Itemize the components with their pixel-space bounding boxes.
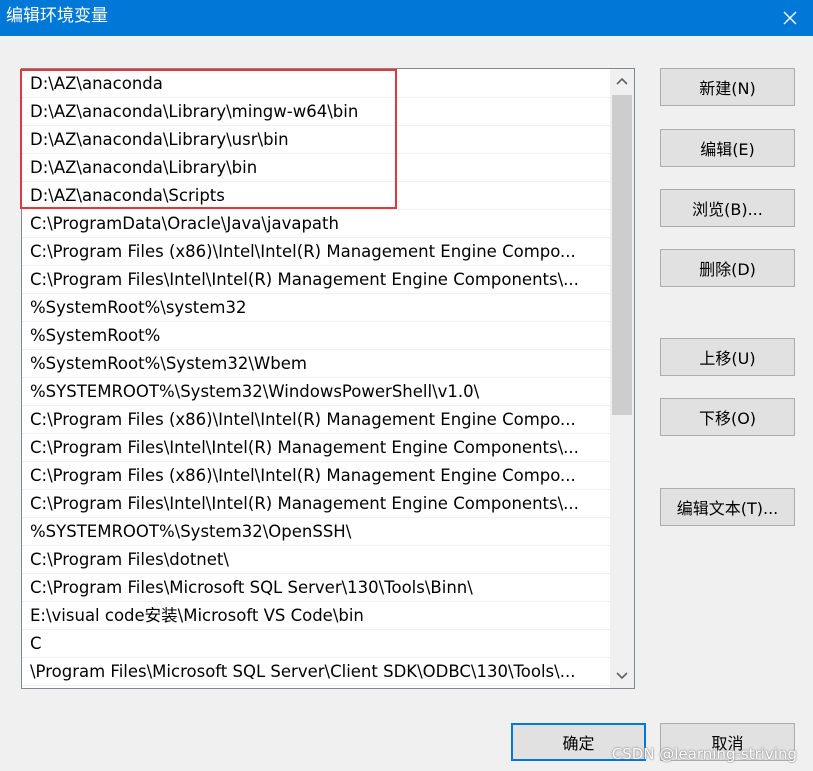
list-item[interactable]: C:\Program Files (x86)\Intel\Intel(R) Ma…	[22, 406, 611, 434]
list-item[interactable]: D:\AZ\anaconda\Library\usr\bin	[22, 126, 611, 154]
list-item[interactable]: C:\Program Files (x86)\Intel\Intel(R) Ma…	[22, 238, 611, 266]
list-item[interactable]: %SystemRoot%	[22, 322, 611, 350]
window-title: 编辑环境变量	[6, 6, 108, 26]
delete-button[interactable]: 删除(D)	[660, 249, 795, 287]
list-item[interactable]: C:\ProgramData\Oracle\Java\javapath	[22, 210, 611, 238]
edit-button[interactable]: 编辑(E)	[660, 129, 795, 167]
list-item[interactable]: E:\visual code安装\Microsoft VS Code\bin	[22, 602, 611, 630]
chevron-down-icon	[616, 672, 628, 680]
list-item[interactable]: \Program Files\Microsoft SQL Server\Clie…	[22, 658, 611, 686]
list-item[interactable]: D:\AZ\anaconda	[22, 70, 611, 98]
list-item[interactable]: C:\Program Files\Intel\Intel(R) Manageme…	[22, 266, 611, 294]
scroll-down-button[interactable]	[610, 664, 634, 688]
list-item[interactable]: C:\Program Files\Intel\Intel(R) Manageme…	[22, 434, 611, 462]
list-item[interactable]: C:\Program Files\Microsoft SQL Server\13…	[22, 574, 611, 602]
list-item[interactable]: %SystemRoot%\system32	[22, 294, 611, 322]
scroll-up-button[interactable]	[610, 69, 634, 93]
browse-button[interactable]: 浏览(B)...	[660, 189, 795, 227]
path-list-rows: D:\AZ\anaconda D:\AZ\anaconda\Library\min…	[22, 70, 611, 686]
list-item[interactable]: C:\Program Files\dotnet\	[22, 546, 611, 574]
list-item[interactable]: D:\AZ\anaconda\Scripts	[22, 182, 611, 210]
scroll-thumb[interactable]	[612, 95, 632, 415]
move-down-button[interactable]: 下移(O)	[660, 398, 795, 436]
chevron-up-icon	[616, 77, 628, 85]
list-item[interactable]: C:\Program Files (x86)\Intel\Intel(R) Ma…	[22, 462, 611, 490]
list-item[interactable]: %SYSTEMROOT%\System32\WindowsPowerShell\…	[22, 378, 611, 406]
edit-text-button[interactable]: 编辑文本(T)...	[660, 488, 795, 526]
move-up-button[interactable]: 上移(U)	[660, 338, 795, 376]
title-bar: 编辑环境变量	[0, 0, 813, 36]
close-button[interactable]	[767, 0, 813, 36]
new-button[interactable]: 新建(N)	[660, 68, 795, 106]
list-item[interactable]: C:\Program Files\Intel\Intel(R) Manageme…	[22, 490, 611, 518]
list-item[interactable]: D:\AZ\anaconda\Library\mingw-w64\bin	[22, 98, 611, 126]
watermark: CSDN @learning-striving	[611, 745, 797, 763]
path-list[interactable]: D:\AZ\anaconda D:\AZ\anaconda\Library\min…	[21, 68, 635, 689]
close-icon	[783, 11, 797, 25]
list-item[interactable]: C	[22, 630, 611, 658]
list-item[interactable]: %SYSTEMROOT%\System32\OpenSSH\	[22, 518, 611, 546]
list-item[interactable]: %SystemRoot%\System32\Wbem	[22, 350, 611, 378]
list-item[interactable]: D:\AZ\anaconda\Library\bin	[22, 154, 611, 182]
vertical-scrollbar[interactable]	[610, 69, 634, 688]
